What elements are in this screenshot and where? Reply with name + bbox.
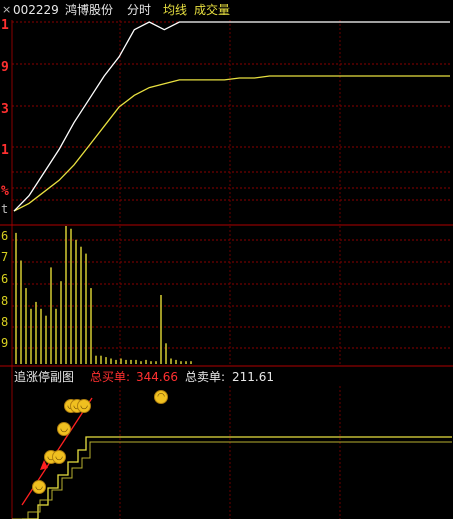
chart-canvas	[0, 20, 453, 519]
volume-axis-label: 6	[1, 229, 9, 243]
tab-avgline[interactable]: 均线	[163, 0, 187, 20]
price-axis-label: %	[1, 184, 9, 199]
volume-axis-label: 9	[1, 336, 9, 350]
volume-axis-label: 6	[1, 272, 9, 286]
volume-axis-label: 8	[1, 294, 9, 308]
signal-step-line	[22, 436, 452, 519]
chart-header: × 002229 鸿博股份 分时 均线 成交量	[0, 0, 453, 20]
signal-smiley-icon: ◡	[77, 399, 91, 413]
price-axis-label: 9	[1, 60, 9, 75]
sell-total-label: 总卖单:	[185, 370, 226, 384]
sell-total-value: 211.61	[232, 370, 274, 384]
price-axis-label: 3	[1, 102, 9, 117]
signal-frown-icon: ◠	[154, 390, 168, 404]
sub-panel-header: 追涨停副图 总买单: 344.66 总卖单: 211.61	[0, 368, 453, 386]
sub-panel-title: 追涨停副图	[14, 370, 75, 384]
price-axis-label: 1	[1, 143, 9, 158]
stock-name: 鸿博股份	[65, 3, 114, 17]
price-axis-label: 1	[1, 18, 9, 33]
stock-code: 002229	[13, 3, 59, 17]
buy-total-value: 344.66	[136, 370, 178, 384]
price-line	[13, 21, 450, 212]
signal-smiley-icon: ◡	[57, 422, 71, 436]
tab-volume[interactable]: 成交量	[194, 0, 230, 20]
price-axis-label: t	[1, 202, 9, 216]
tab-intraday[interactable]: 分时	[127, 0, 151, 20]
average-price-line	[13, 75, 450, 212]
volume-axis-label: 8	[1, 315, 9, 329]
buy-total-label: 总买单:	[90, 370, 131, 384]
intraday-chart-window: × 002229 鸿博股份 分时 均线 成交量 1 9 3 1 % t 6 7 …	[0, 0, 453, 519]
close-icon[interactable]: ×	[2, 0, 11, 20]
volume-axis-label: 7	[1, 250, 9, 264]
signal-smiley-icon: ◡	[52, 450, 66, 464]
signal-smiley-icon: ◡	[32, 480, 46, 494]
